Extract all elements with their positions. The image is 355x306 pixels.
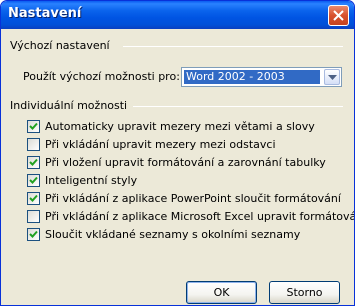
- checkbox[interactable]: [27, 174, 40, 187]
- checkbox[interactable]: [27, 228, 40, 241]
- option-label: Při vkládání z aplikace Microsoft Excel …: [45, 210, 355, 223]
- select-dropdown-button[interactable]: [324, 69, 340, 85]
- close-x-icon: [333, 10, 344, 21]
- individual-group-divider: [133, 106, 343, 107]
- defaults-group-label: Výchozí nastavení: [10, 39, 110, 52]
- cancel-button[interactable]: Storno: [269, 281, 340, 304]
- close-button[interactable]: [328, 5, 349, 26]
- dialog-title: Nastavení: [8, 6, 82, 21]
- option-label: Při vložení upravit formátování a zarovn…: [45, 156, 326, 169]
- use-defaults-label: Použít výchozí možnosti pro:: [23, 70, 180, 83]
- option-label: Sloučit vkládané seznamy s okolními sezn…: [45, 228, 301, 241]
- defaults-select[interactable]: Word 2002 - 2003: [181, 67, 342, 87]
- settings-dialog: Nastavení Výchozí nastavení Použít výcho…: [0, 0, 355, 306]
- checkbox[interactable]: [27, 210, 40, 223]
- option-label: Automaticky upravit mezery mezi větami a…: [45, 120, 315, 133]
- ok-button[interactable]: OK: [186, 281, 257, 304]
- option-label: Inteligentní styly: [45, 174, 138, 187]
- title-bar[interactable]: Nastavení: [1, 1, 354, 29]
- defaults-select-value: Word 2002 - 2003: [184, 70, 320, 84]
- checkmark-icon: [29, 122, 38, 130]
- checkmark-icon: [29, 194, 38, 202]
- chevron-down-icon: [328, 75, 337, 80]
- individual-group-label: Individuální možnosti: [10, 99, 128, 112]
- option-label: Při vkládání z aplikace PowerPoint slouč…: [45, 192, 341, 205]
- checkbox[interactable]: [27, 156, 40, 169]
- defaults-group-divider: [123, 46, 343, 47]
- checkmark-icon: [29, 158, 38, 166]
- checkbox[interactable]: [27, 192, 40, 205]
- dialog-body: Výchozí nastavení Použít výchozí možnost…: [5, 29, 354, 304]
- checkbox[interactable]: [27, 138, 40, 151]
- checkmark-icon: [29, 230, 38, 238]
- checkmark-icon: [29, 176, 38, 184]
- option-label: Při vkládání upravit mezery mezi odstavc…: [45, 138, 276, 151]
- checkbox[interactable]: [27, 120, 40, 133]
